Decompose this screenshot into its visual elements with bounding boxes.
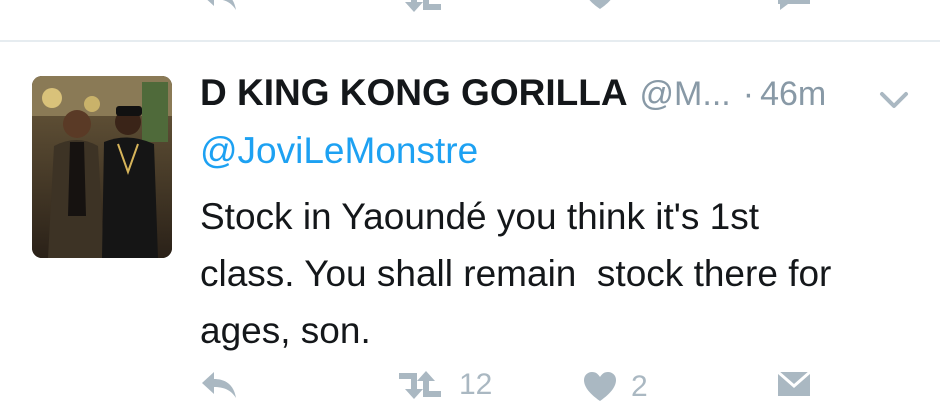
retweet-icon[interactable] [395, 0, 445, 14]
direct-message-button[interactable] [776, 368, 812, 400]
previous-tweet-actions [0, 0, 940, 40]
tweet-header: D KING KONG GORILLA @M... · 46m [200, 72, 826, 122]
reply-icon [202, 372, 236, 398]
retweet-button[interactable]: 12 [395, 368, 492, 402]
mention-link[interactable]: @JoviLeMonstre [200, 130, 478, 172]
retweet-count: 12 [459, 368, 493, 401]
chevron-down-icon[interactable] [876, 84, 912, 114]
reply-button[interactable] [200, 370, 240, 400]
tweet[interactable]: D KING KONG GORILLA @M... · 46m @JoviLeM… [0, 42, 940, 403]
reply-icon[interactable] [200, 0, 240, 12]
envelope-icon[interactable] [776, 0, 812, 10]
avatar[interactable] [32, 76, 172, 258]
display-name[interactable]: D KING KONG GORILLA [200, 72, 628, 114]
tweet-actions: 12 2 [0, 368, 940, 410]
retweet-icon [399, 371, 441, 399]
like-button[interactable]: 2 [583, 370, 648, 404]
timestamp[interactable]: 46m [760, 75, 826, 114]
tweet-text: Stock in Yaoundé you think it's 1st clas… [200, 196, 832, 351]
heart-icon [584, 372, 616, 401]
heart-icon[interactable] [583, 0, 617, 10]
separator-dot: · [742, 75, 755, 113]
envelope-icon [777, 370, 811, 396]
user-handle[interactable]: @M... [640, 75, 731, 114]
like-count: 2 [631, 370, 648, 403]
